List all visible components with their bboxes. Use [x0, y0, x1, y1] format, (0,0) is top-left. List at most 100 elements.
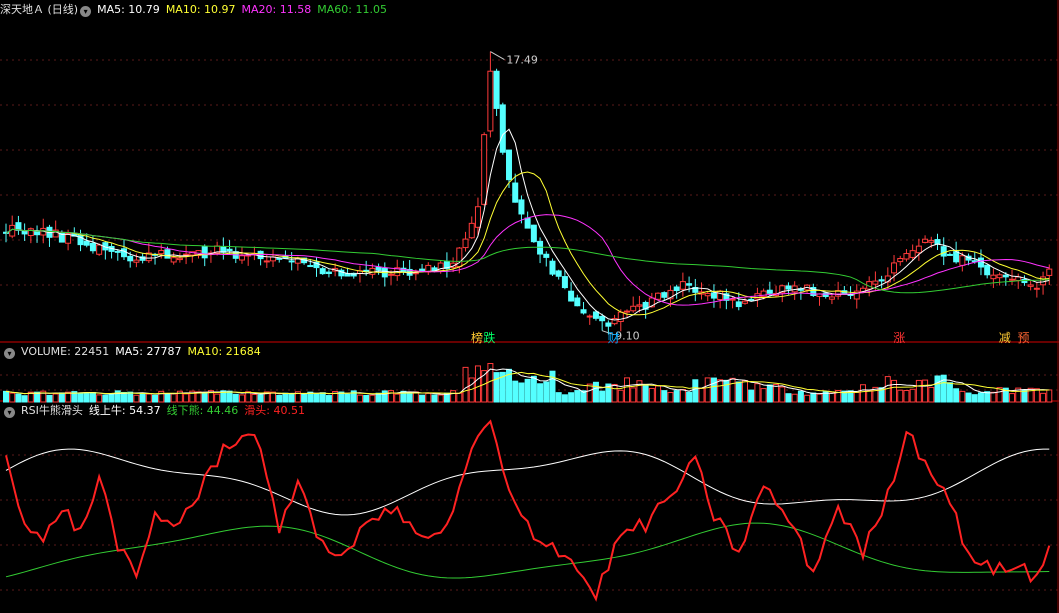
candle-body — [549, 260, 556, 275]
volume-bar — [46, 394, 53, 403]
candle-body — [375, 266, 382, 271]
candle-body — [369, 267, 376, 275]
volume-bar — [537, 383, 544, 403]
candle-body — [21, 230, 28, 235]
candle-body — [1040, 276, 1047, 286]
volume-bars — [3, 363, 1053, 403]
stock-chart[interactable]: 17.499.10榜跌财涨减预 — [0, 0, 1059, 613]
volume-bar — [288, 393, 295, 403]
candle-body — [307, 265, 314, 268]
volume-bar — [356, 394, 363, 403]
volume-bar — [543, 381, 550, 403]
vol-ma5-label: MA5: 27787 — [115, 345, 182, 358]
volume-bar — [592, 381, 599, 403]
volume-bar — [655, 385, 662, 403]
volume-bar — [108, 393, 115, 403]
volume-bar — [96, 394, 103, 403]
volume-bar — [785, 393, 792, 403]
volume-bar — [214, 393, 221, 403]
volume-bar — [804, 394, 811, 403]
volume-bar — [512, 380, 519, 403]
volume-bar — [238, 394, 245, 403]
event-marker: 涨 — [893, 330, 905, 345]
rsi-title[interactable]: RSI牛熊滑头 — [21, 404, 83, 417]
candle-body — [915, 245, 922, 254]
candle-body — [741, 300, 748, 304]
volume-bar — [828, 392, 835, 403]
chevron-down-icon[interactable]: ▾ — [4, 348, 15, 359]
chevron-down-icon[interactable]: ▾ — [4, 407, 15, 418]
volume-bar — [325, 395, 332, 403]
candle-body — [27, 228, 34, 237]
candle-body — [729, 298, 736, 301]
volume-bar — [226, 390, 233, 403]
candle-body — [530, 224, 537, 243]
volume-bar — [748, 389, 755, 403]
candle-body — [319, 268, 326, 275]
volume-title[interactable]: VOLUME: 22451 — [21, 345, 109, 358]
candle-body — [605, 322, 612, 327]
candle-body — [586, 315, 593, 318]
candle-body — [524, 217, 531, 229]
candle-body — [388, 273, 395, 276]
volume-bar — [201, 391, 208, 403]
volume-bar — [953, 388, 960, 403]
volume-bar — [723, 379, 730, 403]
candle-body — [959, 255, 966, 266]
volume-bar — [977, 392, 984, 403]
volume-bar — [319, 392, 326, 403]
volume-bar — [381, 390, 388, 403]
volume-bar — [232, 393, 239, 403]
candle-body — [828, 296, 835, 300]
ma5-label: MA5: 10.79 — [97, 3, 160, 16]
rsi-slide-line — [5, 419, 1051, 602]
candle-body — [679, 281, 686, 290]
volume-bar — [431, 394, 438, 403]
candle-body — [673, 286, 680, 292]
volume-bar — [419, 394, 426, 403]
candle-body — [580, 309, 587, 314]
volume-bar — [518, 382, 525, 403]
candle-body — [506, 149, 513, 181]
volume-bar — [642, 384, 649, 403]
volume-bar — [928, 386, 935, 403]
volume-bar — [897, 389, 904, 403]
candle-body — [822, 292, 829, 297]
volume-bar — [710, 377, 717, 403]
volume-bar — [549, 370, 556, 403]
volume-bar — [474, 365, 481, 403]
volume-bar — [276, 394, 283, 403]
volume-bar — [630, 387, 637, 403]
volume-bar — [127, 391, 134, 403]
volume-bar — [661, 390, 668, 403]
volume-bar — [561, 394, 568, 403]
volume-bar — [52, 393, 59, 403]
candle-body — [263, 260, 270, 263]
candle-body — [617, 311, 624, 322]
volume-bar — [934, 375, 941, 403]
volume-bar — [369, 394, 376, 403]
chevron-down-icon[interactable]: ▾ — [80, 6, 92, 17]
volume-bar — [698, 387, 705, 403]
volume-bar — [375, 392, 382, 403]
candle-body — [512, 182, 519, 203]
candle-body — [568, 290, 575, 302]
volume-bar — [667, 392, 674, 403]
volume-bar — [741, 380, 748, 403]
volume-bar — [251, 393, 258, 403]
volume-bar — [152, 394, 159, 403]
candle-body — [555, 270, 562, 277]
stock-title[interactable]: 深天地Ａ (日线) — [0, 3, 78, 16]
volume-bar — [704, 377, 711, 403]
candle-body — [686, 283, 693, 286]
volume-bar — [853, 391, 860, 403]
candle-body — [655, 292, 662, 300]
candle-body — [89, 242, 96, 252]
rsi-line-down-label: 线下熊: 44.46 — [166, 404, 239, 417]
candle-body — [114, 250, 121, 253]
high-pointer — [490, 51, 505, 61]
event-marker: 减 — [999, 331, 1011, 345]
volume-bar — [586, 383, 593, 403]
volume-bar — [673, 390, 680, 403]
candle-body — [909, 250, 916, 258]
